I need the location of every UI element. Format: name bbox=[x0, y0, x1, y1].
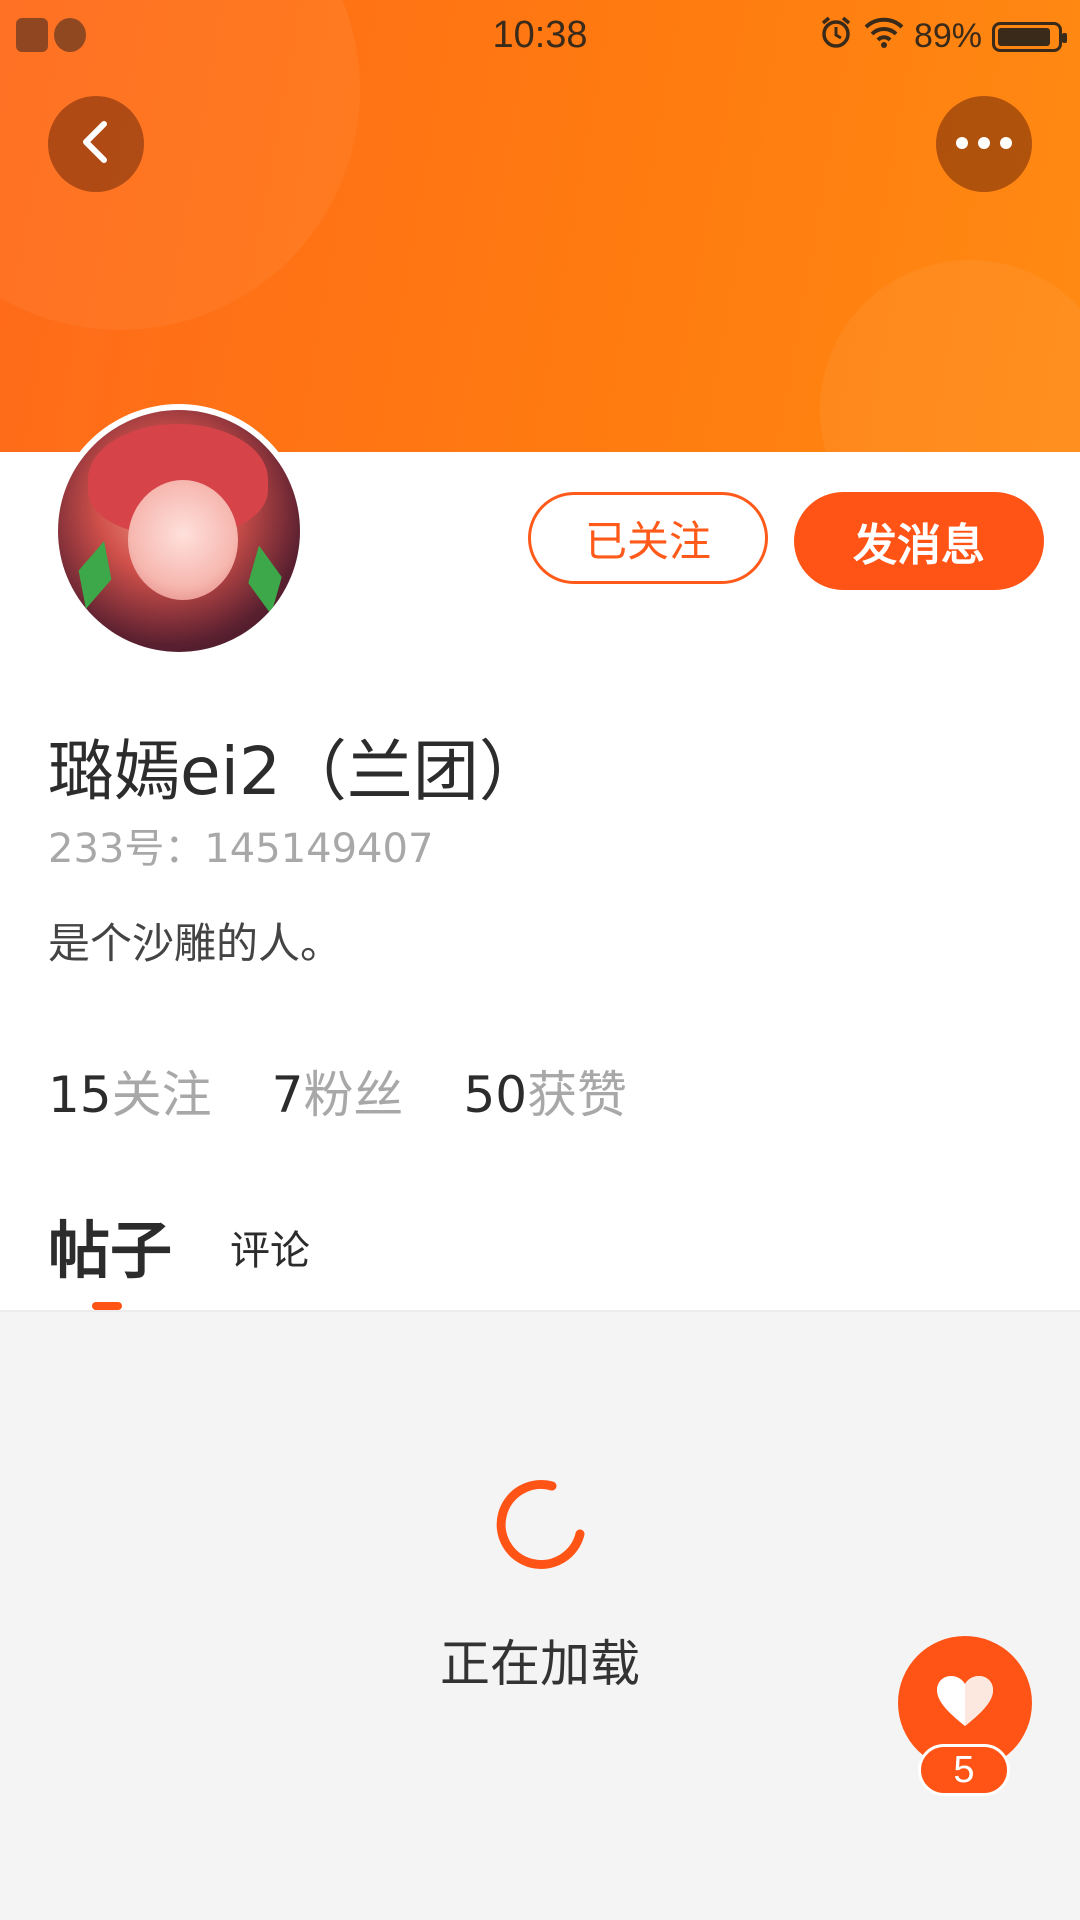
battery-percent: 89% bbox=[913, 17, 982, 55]
battery-icon bbox=[992, 21, 1067, 52]
back-button[interactable] bbox=[48, 96, 144, 192]
stat-label: 关注 bbox=[111, 1066, 212, 1124]
like-count-badge: 5 bbox=[918, 1744, 1010, 1796]
status-right-icons: 89% bbox=[818, 14, 1067, 59]
stat-number: 7 bbox=[271, 1066, 304, 1124]
stat-label: 粉丝 bbox=[303, 1066, 404, 1124]
send-message-button[interactable]: 发消息 bbox=[794, 492, 1044, 590]
stat-likes[interactable]: 50获赞 bbox=[463, 1055, 627, 1127]
user-bio: 是个沙雕的人。 bbox=[48, 919, 343, 968]
divider bbox=[0, 1310, 1080, 1312]
more-dots-icon bbox=[954, 135, 1014, 154]
followed-button[interactable]: 已关注 bbox=[528, 492, 768, 584]
active-tab-indicator bbox=[92, 1302, 122, 1310]
stats-row: 15关注 7粉丝 50获赞 bbox=[48, 1055, 627, 1127]
stat-number: 50 bbox=[463, 1066, 528, 1124]
alarm-icon bbox=[818, 14, 854, 59]
more-options-button[interactable] bbox=[936, 96, 1032, 192]
tab-comments[interactable]: 评论 bbox=[230, 1218, 310, 1276]
stat-fans[interactable]: 7粉丝 bbox=[272, 1055, 404, 1127]
heart-icon bbox=[935, 1674, 995, 1732]
status-bar: 10:38 89% bbox=[0, 0, 1080, 74]
loading-spinner-icon bbox=[490, 1476, 590, 1576]
tab-posts[interactable]: 帖子 bbox=[48, 1200, 172, 1290]
chevron-left-icon bbox=[76, 118, 116, 170]
wifi-icon bbox=[864, 15, 904, 58]
stat-number: 15 bbox=[48, 1066, 112, 1124]
user-id: 233号：145149407 bbox=[48, 826, 434, 872]
avatar[interactable] bbox=[58, 410, 300, 652]
user-name: 璐嫣ei2（兰团） bbox=[48, 733, 545, 810]
stat-label: 获赞 bbox=[527, 1066, 628, 1124]
stat-following[interactable]: 15关注 bbox=[48, 1055, 212, 1127]
